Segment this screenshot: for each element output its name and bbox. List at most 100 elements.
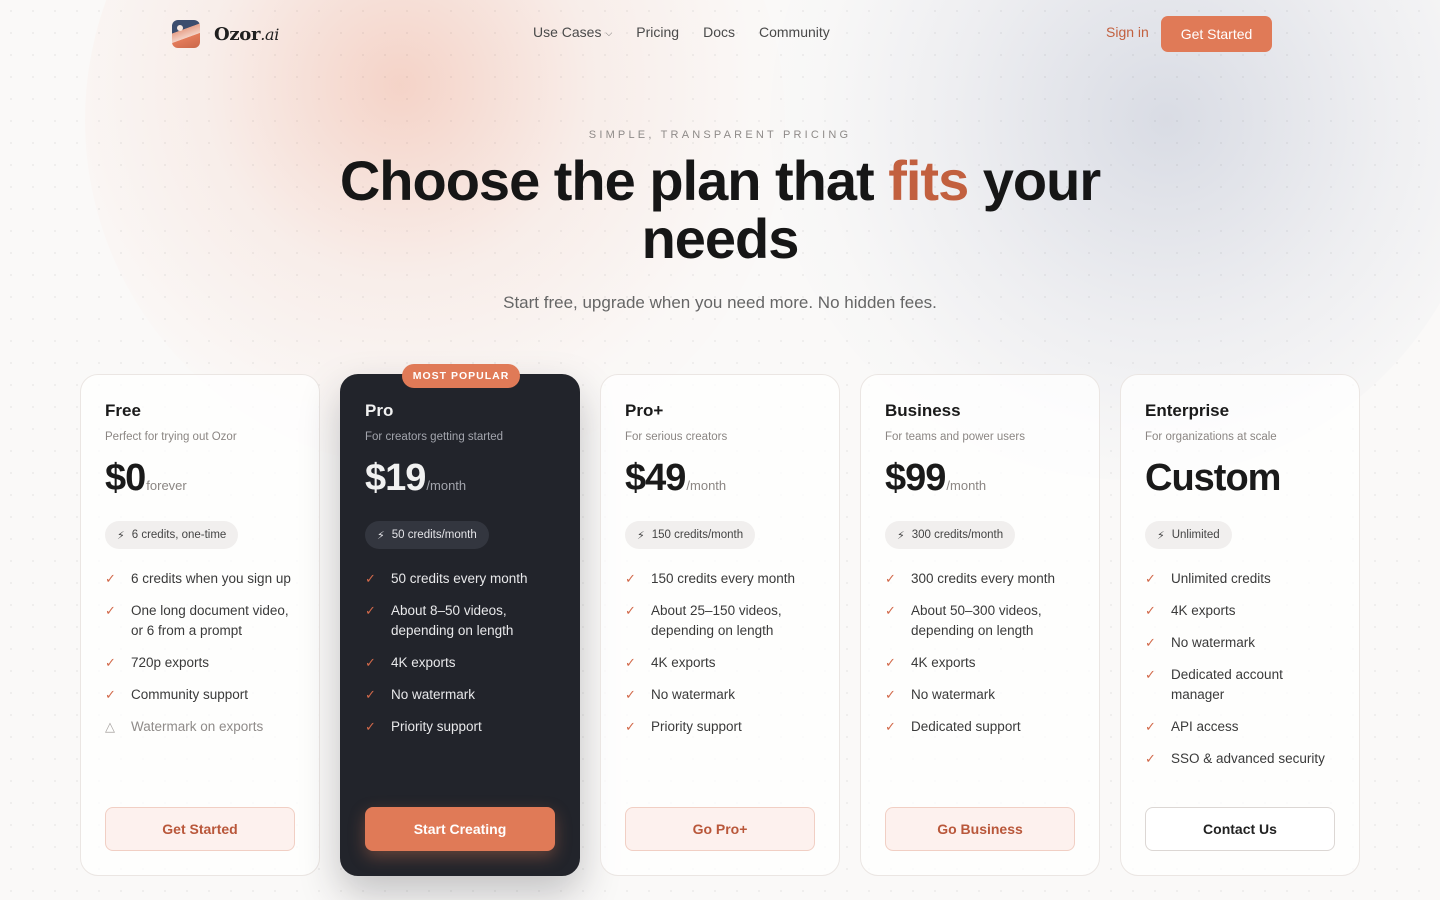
go-pro-plus-button[interactable]: Go Pro+ <box>625 807 815 851</box>
feature-item: ✓ SSO & advanced security <box>1145 749 1335 769</box>
plan-card-pro: MOST POPULAR Pro For creators getting st… <box>340 364 580 876</box>
feature-item: ✓ No watermark <box>1145 633 1335 653</box>
start-creating-button[interactable]: Start Creating <box>365 807 555 851</box>
feature-item: ✓ 4K exports <box>1145 601 1335 621</box>
feature-item: ✓ About 25–150 videos, depending on lengt… <box>625 601 815 641</box>
brand-logo-link[interactable]: Ozor.ai <box>172 20 279 48</box>
nav-link-docs[interactable]: Docs <box>703 24 735 40</box>
check-icon: ✓ <box>885 603 896 618</box>
feature-item: ✓ 4K exports <box>885 653 1075 673</box>
get-started-button[interactable]: Get Started <box>105 807 295 851</box>
page-subtitle: Start free, upgrade when you need more. … <box>503 293 937 312</box>
feature-item: ✓ Dedicated account manager <box>1145 665 1335 705</box>
feature-item: ✓ 150 credits every month <box>625 569 815 589</box>
check-icon: ✓ <box>1145 635 1156 650</box>
go-business-button[interactable]: Go Business <box>885 807 1075 851</box>
plan-price: $19 <box>365 457 426 499</box>
contact-us-button[interactable]: Contact Us <box>1145 807 1335 851</box>
nav-links: Use Cases ⌵ Pricing Docs Community <box>533 24 854 40</box>
plan-description: For teams and power users <box>885 431 1025 443</box>
feature-item: ✓ No watermark <box>625 685 815 705</box>
feature-item-limitation: △ Watermark on exports <box>105 717 295 737</box>
feature-item: ✓ 50 credits every month <box>365 569 555 589</box>
plan-description: Perfect for trying out Ozor <box>105 431 237 443</box>
feature-item: ✓ 720p exports <box>105 653 295 673</box>
lightning-icon: ⚡︎ <box>1157 529 1165 542</box>
plan-price: Custom <box>1145 457 1281 499</box>
check-icon: ✓ <box>625 571 636 586</box>
feature-item: ✓ Community support <box>105 685 295 705</box>
feature-item: ✓ 4K exports <box>365 653 555 673</box>
brand-name: Ozor.ai <box>214 23 280 45</box>
nav-link-community[interactable]: Community <box>759 24 830 40</box>
feature-item: ✓ Dedicated support <box>885 717 1075 737</box>
sign-in-link[interactable]: Sign in <box>1106 24 1149 40</box>
feature-item: ✓ About 50–300 videos, depending on lengt… <box>885 601 1075 641</box>
check-icon: ✓ <box>1145 667 1156 682</box>
plan-name: Free <box>105 401 141 420</box>
check-icon: ✓ <box>1145 571 1156 586</box>
feature-item: ✓ Priority support <box>625 717 815 737</box>
check-icon: ✓ <box>625 603 636 618</box>
check-icon: ✓ <box>365 687 376 702</box>
feature-list: ✓ Unlimited credits ✓ 4K exports ✓ No water… <box>1145 569 1335 769</box>
pricing-eyebrow: SIMPLE, TRANSPARENT PRICING <box>588 129 852 141</box>
lightning-icon: ⚡︎ <box>377 529 385 542</box>
feature-item: ✓ One long document video, or 6 from a pr… <box>105 601 295 641</box>
plan-period: /month <box>686 478 727 493</box>
credits-badge: ⚡︎ 300 credits/month <box>885 521 1016 549</box>
nav-link-pricing[interactable]: Pricing <box>636 24 679 40</box>
plan-price: $49 <box>625 457 686 499</box>
feature-list: ✓ 6 credits when you sign up ✓ One long do… <box>105 569 295 737</box>
warning-triangle-icon: △ <box>105 719 115 734</box>
feature-item: ✓ No watermark <box>885 685 1075 705</box>
plan-description: For serious creators <box>625 431 728 443</box>
feature-item: ✓ Priority support <box>365 717 555 737</box>
plan-name: Enterprise <box>1145 401 1230 420</box>
plan-price: $0 <box>105 457 146 499</box>
feature-item: ✓ 300 credits every month <box>885 569 1075 589</box>
plan-name: Pro+ <box>625 401 664 420</box>
lightning-icon: ⚡︎ <box>897 529 905 542</box>
plan-period: forever <box>146 478 187 493</box>
check-icon: ✓ <box>1145 719 1156 734</box>
check-icon: ✓ <box>105 571 116 586</box>
plan-description: For creators getting started <box>365 431 504 443</box>
ozor-logo-icon <box>172 20 200 48</box>
plan-period: /month <box>426 478 467 493</box>
nav-link-use-cases[interactable]: Use Cases ⌵ <box>533 24 612 40</box>
check-icon: ✓ <box>365 603 376 618</box>
plan-name: Pro <box>365 401 394 420</box>
check-icon: ✓ <box>105 687 116 702</box>
check-icon: ✓ <box>625 719 636 734</box>
check-icon: ✓ <box>105 603 116 618</box>
feature-item: ✓ About 8–50 videos, depending on length <box>365 601 555 641</box>
plan-period: /month <box>946 478 987 493</box>
credits-badge: ⚡︎ 6 credits, one-time <box>105 521 239 549</box>
plan-card-enterprise: Enterprise For organizations at scale Cu… <box>1120 374 1360 876</box>
credits-badge: ⚡︎ Unlimited <box>1145 521 1232 549</box>
check-icon: ✓ <box>885 655 896 670</box>
check-icon: ✓ <box>885 571 896 586</box>
feature-item: ✓ API access <box>1145 717 1335 737</box>
feature-item: ✓ No watermark <box>365 685 555 705</box>
feature-item: ✓ 4K exports <box>625 653 815 673</box>
plan-card-pro-plus: Pro+ For serious creators $49 /month ⚡︎ … <box>600 374 840 876</box>
headline-accent-word: fits <box>888 149 969 212</box>
check-icon: ✓ <box>1145 751 1156 766</box>
feature-list: ✓ 150 credits every month ✓ About 25–150 v… <box>625 569 815 737</box>
get-started-nav-button[interactable]: Get Started <box>1161 16 1272 52</box>
chevron-down-icon: ⌵ <box>605 27 613 38</box>
plan-card-free: Free Perfect for trying out Ozor $0 fore… <box>80 374 320 876</box>
credits-badge: ⚡︎ 150 credits/month <box>625 521 756 549</box>
credits-badge: ⚡︎ 50 credits/month <box>365 521 489 549</box>
most-popular-badge: MOST POPULAR <box>402 364 520 388</box>
check-icon: ✓ <box>365 655 376 670</box>
check-icon: ✓ <box>625 687 636 702</box>
page-title: Choose the plan that fits your needs <box>339 149 1101 270</box>
plan-description: For organizations at scale <box>1145 431 1277 443</box>
check-icon: ✓ <box>1145 603 1156 618</box>
plan-name: Business <box>885 401 961 420</box>
plan-card-business: Business For teams and power users $99 /… <box>860 374 1100 876</box>
top-nav: Ozor.ai Use Cases ⌵ Pricing Docs Communi… <box>0 0 1440 68</box>
